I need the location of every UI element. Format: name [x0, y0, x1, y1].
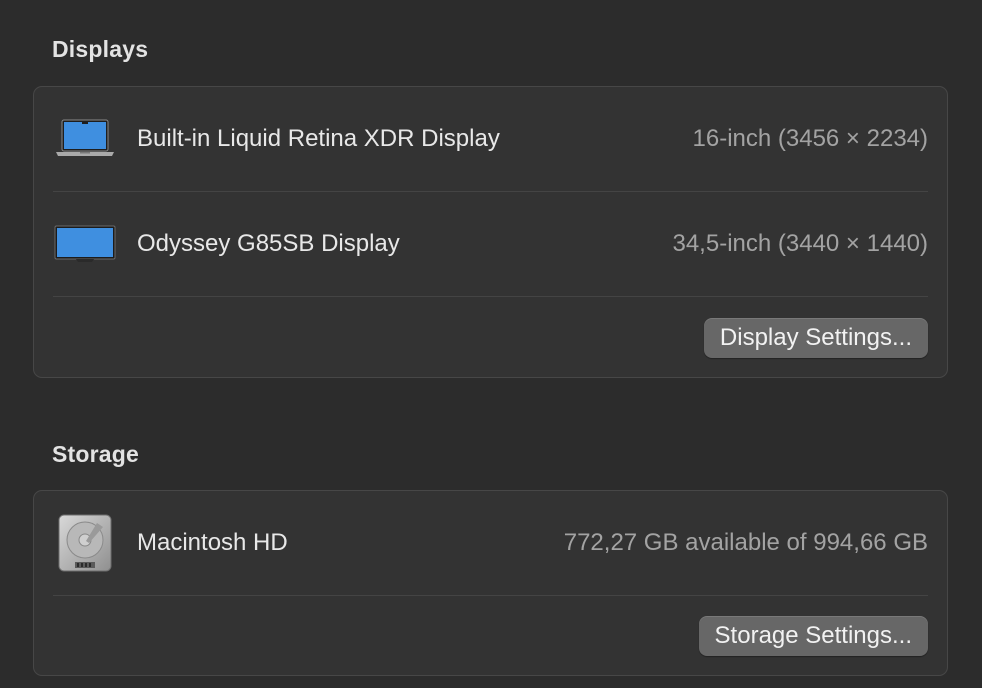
storage-settings-button[interactable]: Storage Settings...	[698, 616, 928, 656]
display-name: Built-in Liquid Retina XDR Display	[137, 125, 500, 152]
laptop-icon	[54, 108, 116, 170]
about-this-mac-window: Displays Built-in Liquid Retina XDR Disp…	[0, 0, 982, 688]
row-divider	[53, 296, 928, 297]
display-row-external: Odyssey G85SB Display 34,5-inch (3440 × …	[34, 192, 947, 296]
displays-panel: Built-in Liquid Retina XDR Display 16-in…	[33, 86, 948, 378]
display-row-builtin: Built-in Liquid Retina XDR Display 16-in…	[34, 87, 947, 191]
display-size: 16-inch (3456 × 2234)	[692, 125, 929, 152]
display-name: Odyssey G85SB Display	[137, 230, 400, 257]
volume-capacity: 772,27 GB available of 994,66 GB	[563, 529, 928, 556]
storage-panel: Macintosh HD 772,27 GB available of 994,…	[33, 490, 948, 676]
storage-section-title: Storage	[52, 441, 140, 467]
hard-drive-icon	[54, 512, 116, 574]
row-divider	[53, 595, 928, 596]
storage-row-macintosh-hd: Macintosh HD 772,27 GB available of 994,…	[34, 491, 947, 595]
display-settings-button[interactable]: Display Settings...	[703, 318, 928, 358]
volume-name: Macintosh HD	[137, 529, 288, 556]
displays-section-title: Displays	[52, 36, 149, 62]
display-size: 34,5-inch (3440 × 1440)	[672, 230, 928, 257]
monitor-icon	[54, 213, 116, 275]
